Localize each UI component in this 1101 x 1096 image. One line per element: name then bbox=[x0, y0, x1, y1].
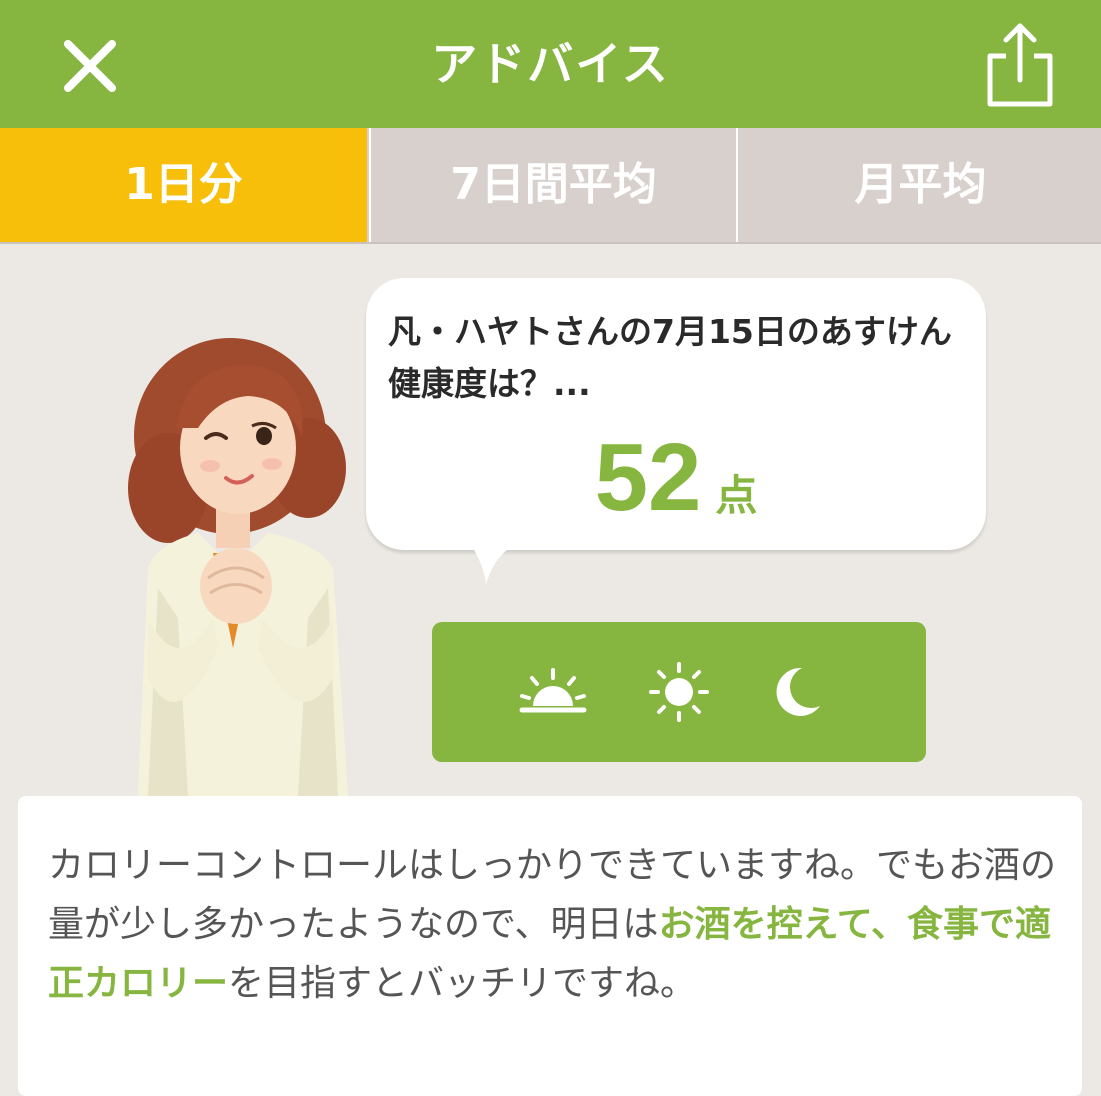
speech-bubble-tail bbox=[468, 540, 528, 584]
health-question: 凡・ハヤトさんの7月15日のあすけん健康度は？... bbox=[388, 312, 952, 403]
moon-icon[interactable] bbox=[762, 662, 832, 722]
health-score: 52 bbox=[594, 424, 702, 531]
tab-7day-average[interactable]: 7日間平均 bbox=[369, 128, 736, 242]
app-header: アドバイス bbox=[0, 0, 1101, 128]
speech-bubble: 凡・ハヤトさんの7月15日のあすけん健康度は？... 52 点 bbox=[366, 278, 986, 550]
period-tabs: 1日分 7日間平均 月平均 bbox=[0, 128, 1101, 244]
score-display: 52 点 bbox=[366, 428, 986, 528]
tab-daily[interactable]: 1日分 bbox=[0, 128, 367, 242]
advice-text: カロリーコントロールはしっかりできていますね。でもお酒の量が少し多かったようなの… bbox=[48, 836, 1058, 1013]
page-title: アドバイス bbox=[431, 37, 670, 91]
score-unit: 点 bbox=[715, 471, 758, 520]
advice-text-part2: を目指すとバッチリですね。 bbox=[228, 963, 697, 1004]
advisor-avatar bbox=[128, 338, 348, 796]
sun-icon[interactable] bbox=[644, 662, 714, 722]
share-icon[interactable] bbox=[982, 20, 1058, 110]
sunrise-icon[interactable] bbox=[518, 662, 588, 722]
tab-monthly-average[interactable]: 月平均 bbox=[736, 128, 1101, 242]
advice-card: カロリーコントロールはしっかりできていますね。でもお酒の量が少し多かったようなの… bbox=[18, 796, 1082, 1096]
meal-time-selector bbox=[432, 622, 926, 762]
